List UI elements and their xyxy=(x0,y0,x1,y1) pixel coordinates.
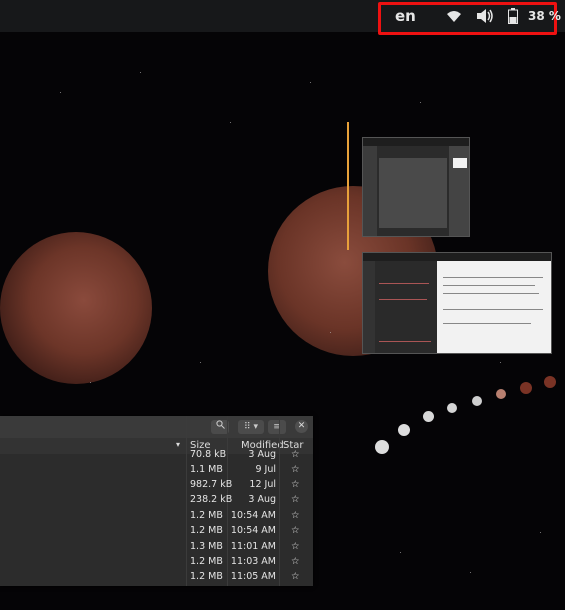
eclipse-phase xyxy=(472,396,482,406)
file-row[interactable]: 1.3 MB 11:01 AM ☆ xyxy=(0,540,313,555)
eclipse-phase xyxy=(423,411,434,422)
file-row[interactable]: 1.2 MB 11:05 AM ☆ xyxy=(0,570,313,585)
moon-image xyxy=(0,232,152,384)
language-indicator[interactable]: en xyxy=(395,0,416,32)
eclipse-phase xyxy=(398,424,410,436)
eclipse-phase xyxy=(447,403,457,413)
eclipse-phase xyxy=(544,376,556,388)
file-row[interactable]: 982.7 kB 12 Jul ☆ xyxy=(0,478,313,493)
file-row[interactable]: 238.2 kB 3 Aug ☆ xyxy=(0,493,313,508)
battery-percent[interactable]: 38 % xyxy=(528,0,561,32)
grid-icon: ⠿ ▾ xyxy=(244,422,258,432)
eclipse-phase xyxy=(496,389,506,399)
star-icon[interactable]: ☆ xyxy=(291,449,300,460)
file-row[interactable]: 1.2 MB 10:54 AM ☆ xyxy=(0,524,313,539)
battery-icon[interactable] xyxy=(508,0,518,32)
menu-button[interactable]: ≡ xyxy=(268,420,286,434)
eclipse-phase xyxy=(375,440,389,454)
window-thumbnail-text-editor[interactable] xyxy=(362,252,552,354)
star-icon[interactable]: ☆ xyxy=(291,541,300,552)
close-button[interactable]: ✕ xyxy=(295,420,308,433)
wifi-icon[interactable] xyxy=(446,0,462,32)
window-drag-indicator xyxy=(347,122,349,250)
file-row[interactable]: 1.1 MB 9 Jul ☆ xyxy=(0,463,313,478)
star-icon[interactable]: ☆ xyxy=(291,571,300,582)
window-thumbnail-image-editor[interactable] xyxy=(362,137,470,237)
file-manager-headerbar: ⠿ ▾ ≡ ✕ xyxy=(0,416,313,438)
star-icon[interactable]: ☆ xyxy=(291,464,300,475)
search-icon xyxy=(215,420,225,429)
eclipse-phase xyxy=(520,382,532,394)
file-row[interactable]: 70.8 kB 3 Aug ☆ xyxy=(0,448,313,463)
star-icon[interactable]: ☆ xyxy=(291,494,300,505)
view-options-button[interactable]: ⠿ ▾ xyxy=(238,420,264,434)
star-icon[interactable]: ☆ xyxy=(291,556,300,567)
file-manager-window: ⠿ ▾ ≡ ✕ ▾ Size Modified Star 70.8 kB 3 A… xyxy=(0,416,313,586)
star-icon[interactable]: ☆ xyxy=(291,479,300,490)
file-row[interactable]: 1.2 MB 10:54 AM ☆ xyxy=(0,509,313,524)
file-row[interactable]: 1.2 MB 11:03 AM ☆ xyxy=(0,555,313,570)
star-icon[interactable]: ☆ xyxy=(291,510,300,521)
volume-icon[interactable] xyxy=(476,0,494,32)
star-icon[interactable]: ☆ xyxy=(291,525,300,536)
